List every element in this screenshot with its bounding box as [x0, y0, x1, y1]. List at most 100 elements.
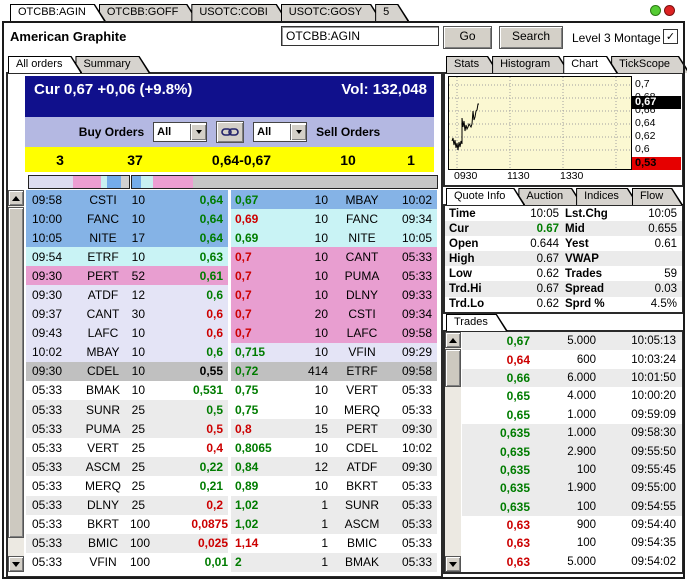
ask-row[interactable]: 1,02 1 ASCM 05:33 [231, 515, 437, 534]
y-tick-label: 0,6 [635, 143, 679, 155]
order-time: 09:34 [390, 307, 432, 321]
ask-row[interactable]: 0,72 414 ETRF 09:58 [231, 362, 437, 381]
bid-row[interactable]: 05:33 PUMA 25 0,5 [26, 419, 228, 438]
bid-row[interactable]: 09:58 CSTI 10 0,64 [26, 190, 228, 209]
trade-row[interactable]: 0,65 1.000 09:59:09 [462, 406, 682, 424]
ask-row[interactable]: 0,67 10 MBAY 10:02 [231, 190, 437, 209]
trade-row[interactable]: 0,63 100 09:54:35 [462, 534, 682, 552]
tab-auction[interactable]: Auction [518, 188, 583, 205]
bid-row[interactable]: 10:02 MBAY 10 0,6 [26, 343, 228, 362]
scroll-down-button[interactable] [445, 556, 461, 572]
ask-row[interactable]: 0,7 20 CSTI 09:34 [231, 305, 437, 324]
ask-row[interactable]: 1,14 1 BMIC 05:33 [231, 534, 437, 553]
book-scrollbar[interactable] [8, 190, 24, 572]
trade-row[interactable]: 0,63 900 09:54:40 [462, 516, 682, 534]
trade-row[interactable]: 0,64 600 10:03:24 [462, 350, 682, 368]
ask-row[interactable]: 0,69 10 FANC 09:34 [231, 209, 437, 228]
ask-row[interactable]: 0,89 10 BKRT 05:33 [231, 476, 437, 495]
market-maker-id: NITE [334, 231, 390, 245]
bid-row[interactable]: 09:54 ETRF 10 0,63 [26, 247, 228, 266]
bid-row[interactable]: 05:33 VERT 25 0,4 [26, 438, 228, 457]
bid-row[interactable]: 05:33 BMIC 100 0,025 [26, 534, 228, 553]
ask-row[interactable]: 1,02 1 SUNR 05:33 [231, 496, 437, 515]
bid-row[interactable]: 10:05 NITE 17 0,64 [26, 228, 228, 247]
tab-summary[interactable]: Summary [75, 56, 150, 73]
go-button[interactable]: Go [443, 26, 492, 49]
tab-flow[interactable]: Flow [632, 188, 683, 205]
ask-row[interactable]: 0,75 10 VERT 05:33 [231, 381, 437, 400]
bid-row[interactable]: 10:00 FANC 10 0,64 [26, 209, 228, 228]
order-time: 10:05 [32, 231, 76, 245]
bid-row[interactable]: 09:30 ATDF 12 0,6 [26, 285, 228, 304]
bid-row[interactable]: 09:37 CANT 30 0,6 [26, 305, 228, 324]
trades-scrollbar[interactable] [445, 332, 461, 572]
scroll-down-button[interactable] [8, 556, 24, 572]
stat-label: Trd.Lo [449, 298, 501, 310]
quote-info-row: High 0.67 VWAP [445, 251, 682, 266]
tab-quote-info[interactable]: Quote Info [446, 188, 525, 205]
bid-row[interactable]: 05:33 MERQ 25 0,21 [26, 476, 228, 495]
ask-row[interactable]: 0,7 10 LAFC 09:58 [231, 324, 437, 343]
bid-row[interactable]: 05:33 BMAK 10 0,531 [26, 381, 228, 400]
trade-time: 09:54:55 [596, 501, 676, 513]
ask-row[interactable]: 2 1 BMAK 05:33 [231, 553, 437, 572]
ask-row[interactable]: 0,8 15 PERT 09:30 [231, 419, 437, 438]
trade-row[interactable]: 0,635 1.000 09:58:30 [462, 424, 682, 442]
bid-row[interactable]: 09:30 PERT 52 0,61 [26, 266, 228, 285]
bid-row[interactable]: 05:33 SUNR 25 0,5 [26, 400, 228, 419]
tab-histogram[interactable]: Histogram [492, 56, 570, 73]
stat-value: 10:05 [501, 208, 559, 220]
tab-chart[interactable]: Chart [563, 56, 618, 73]
bid-row[interactable]: 05:33 DLNY 25 0,2 [26, 496, 228, 515]
ask-row[interactable]: 0,7 10 DLNY 09:33 [231, 285, 437, 304]
bid-size-total: 37 [95, 152, 175, 168]
tab-5[interactable]: 5 [375, 4, 409, 21]
trade-row[interactable]: 0,635 1.900 09:55:00 [462, 479, 682, 497]
trade-row[interactable]: 0,65 4.000 10:00:20 [462, 387, 682, 405]
ask-row[interactable]: 0,715 10 VFIN 09:29 [231, 343, 437, 362]
scroll-up-button[interactable] [8, 190, 24, 206]
tab-indices[interactable]: Indices [576, 188, 639, 205]
ask-row[interactable]: 0,84 12 ATDF 09:30 [231, 457, 437, 476]
search-button[interactable]: Search [499, 26, 563, 49]
ask-row[interactable]: 0,69 10 NITE 10:05 [231, 228, 437, 247]
trade-row[interactable]: 0,635 100 09:54:55 [462, 498, 682, 516]
ask-row[interactable]: 0,75 10 MERQ 05:33 [231, 400, 437, 419]
trade-row[interactable]: 0,635 2.900 09:55:50 [462, 442, 682, 460]
trade-row[interactable]: 0,63 5.000 09:54:02 [462, 553, 682, 571]
chevron-down-icon[interactable] [190, 124, 206, 140]
tab-otcbb-goff[interactable]: OTCBB:GOFF [99, 4, 199, 21]
order-size: 10 [130, 250, 159, 264]
link-filters-button[interactable] [216, 121, 244, 143]
order-size: 100 [130, 517, 164, 531]
trade-row[interactable]: 0,66 6.000 10:01:50 [462, 369, 682, 387]
bid-row[interactable]: 05:33 VFIN 100 0,01 [26, 553, 228, 572]
scrollbar-thumb[interactable] [445, 349, 461, 387]
chevron-down-icon[interactable] [290, 124, 306, 140]
tab-tickscope[interactable]: TickScope [611, 56, 687, 73]
tab-all-orders[interactable]: All orders [8, 56, 82, 73]
tab-usotc-gosy[interactable]: USOTC:GOSY [281, 4, 382, 21]
tab-usotc-cobi[interactable]: USOTC:COBI [191, 4, 287, 21]
scroll-up-button[interactable] [445, 332, 461, 348]
montage-checkbox[interactable]: ✓ [663, 29, 678, 44]
bid-row[interactable]: 09:43 LAFC 10 0,6 [26, 324, 228, 343]
trade-row[interactable]: 0,635 100 09:55:45 [462, 461, 682, 479]
market-maker-id: LAFC [334, 326, 390, 340]
ask-row[interactable]: 0,7 10 CANT 05:33 [231, 247, 437, 266]
tab-otcbb-agin[interactable]: OTCBB:AGIN [10, 4, 106, 21]
scrollbar-thumb[interactable] [8, 207, 24, 538]
tab-trades[interactable]: Trades [446, 314, 508, 331]
ask-row[interactable]: 0,7 10 PUMA 05:33 [231, 266, 437, 285]
bid-row[interactable]: 05:33 BKRT 100 0,0875 [26, 515, 228, 534]
bid-row[interactable]: 05:33 ASCM 25 0,22 [26, 457, 228, 476]
market-maker-id: FANC [76, 212, 130, 226]
trade-row[interactable]: 0,67 5.000 10:05:13 [462, 332, 682, 350]
symbol-input[interactable] [281, 26, 439, 46]
order-size: 10 [130, 364, 159, 378]
bid-row[interactable]: 09:30 CDEL 10 0,55 [26, 362, 228, 381]
sell-filter-dropdown[interactable]: All [253, 122, 307, 142]
ask-row[interactable]: 0,8065 10 CDEL 10:02 [231, 438, 437, 457]
buy-filter-dropdown[interactable]: All [153, 122, 207, 142]
trade-time: 10:01:50 [596, 372, 676, 384]
